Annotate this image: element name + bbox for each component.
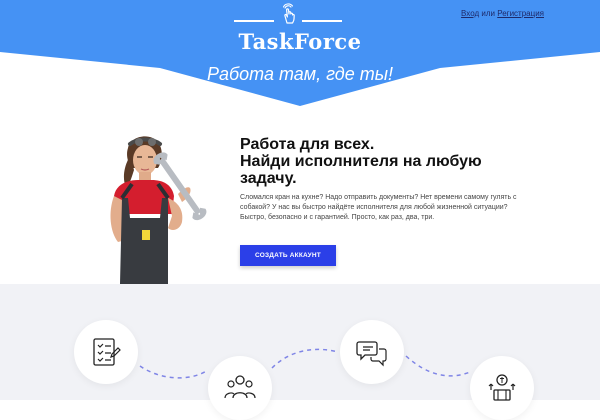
worker-illustration xyxy=(110,136,207,284)
payment-icon xyxy=(488,374,516,401)
logo-line-right xyxy=(302,20,342,22)
step-3 xyxy=(340,320,404,384)
hero-title-line-1: Работа для всех. xyxy=(240,136,375,153)
auth-separator: или xyxy=(481,9,495,18)
steps-section xyxy=(0,284,600,420)
hero-title-line-3: задачу. xyxy=(240,170,297,187)
auth-links: Вход или Регистрация xyxy=(461,9,544,18)
hero-section: Работа для всех. Найди исполнителя на лю… xyxy=(0,120,600,284)
header: TaskForce Работа там, где ты! Вход или Р… xyxy=(0,0,600,120)
hero-title: Работа для всех. Найди исполнителя на лю… xyxy=(240,136,540,187)
tagline: Работа там, где ты! xyxy=(207,64,393,84)
hero-title-line-2: Найди исполнителя на любую xyxy=(240,153,482,170)
hand-tap-icon xyxy=(282,3,295,24)
step-4 xyxy=(470,356,534,420)
step-2 xyxy=(208,356,272,420)
logo-line-left xyxy=(234,20,274,22)
brand-logo[interactable]: TaskForce xyxy=(0,29,600,54)
chat-icon xyxy=(356,341,387,367)
step-1 xyxy=(74,320,138,384)
create-account-button[interactable]: СОЗДАТЬ АККАУНТ xyxy=(240,245,336,266)
hero-description: Сломался кран на кухне? Надо отправить д… xyxy=(240,194,517,221)
register-link[interactable]: Регистрация xyxy=(497,9,544,18)
login-link[interactable]: Вход xyxy=(461,9,479,18)
team-icon xyxy=(224,375,256,399)
checklist-icon xyxy=(93,338,121,366)
